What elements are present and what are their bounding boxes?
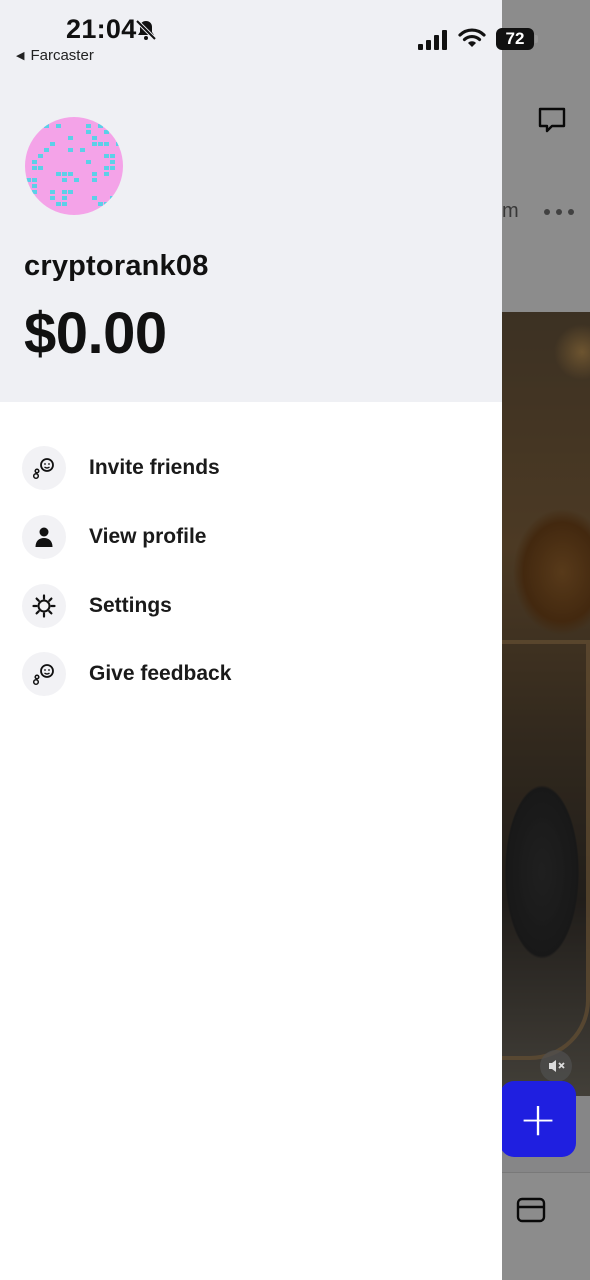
plus-icon: + — [518, 1092, 558, 1146]
menu-label: View profile — [89, 525, 207, 549]
menu-item-invite-friends[interactable]: Invite friends — [0, 434, 502, 503]
menu-item-view-profile[interactable]: View profile — [0, 503, 502, 572]
wallet-balance: $0.00 — [24, 301, 167, 366]
background-name-fragment: m — [502, 200, 519, 222]
avatar[interactable] — [25, 117, 123, 215]
menu-label: Settings — [89, 593, 172, 617]
menu-label: Give feedback — [89, 662, 232, 686]
chat-icon[interactable] — [536, 104, 568, 136]
menu-item-settings[interactable]: Settings — [0, 571, 502, 640]
menu-item-give-feedback[interactable]: Give feedback — [0, 640, 502, 709]
channels-tab-icon[interactable] — [515, 1194, 547, 1226]
back-arrow-icon: ◀ — [16, 50, 25, 62]
battery-icon: 72 — [496, 28, 538, 50]
wifi-icon — [458, 28, 486, 47]
username: cryptorank08 — [24, 250, 209, 282]
compose-button[interactable]: + — [500, 1081, 576, 1157]
invite-friends-icon — [22, 446, 66, 491]
battery-level: 72 — [496, 28, 534, 50]
status-time: 21:04 — [66, 14, 137, 44]
back-app-label: Farcaster — [30, 47, 94, 64]
gear-icon — [22, 583, 66, 628]
person-icon — [22, 515, 66, 560]
side-drawer: 21:04 ◀ Farcaster 72 cryptorank08 $0.00 — [0, 0, 538, 1280]
background-image-detail — [502, 640, 590, 1060]
feedback-icon — [22, 652, 66, 697]
mute-icon[interactable] — [540, 1050, 572, 1082]
drawer-menu: Invite friends View profile Settings Giv… — [0, 434, 502, 709]
signal-icon — [418, 30, 447, 50]
bell-slash-icon — [135, 19, 157, 41]
more-options-icon[interactable] — [544, 200, 574, 224]
back-to-app-link[interactable]: ◀ Farcaster — [16, 47, 94, 64]
menu-label: Invite friends — [89, 456, 220, 480]
